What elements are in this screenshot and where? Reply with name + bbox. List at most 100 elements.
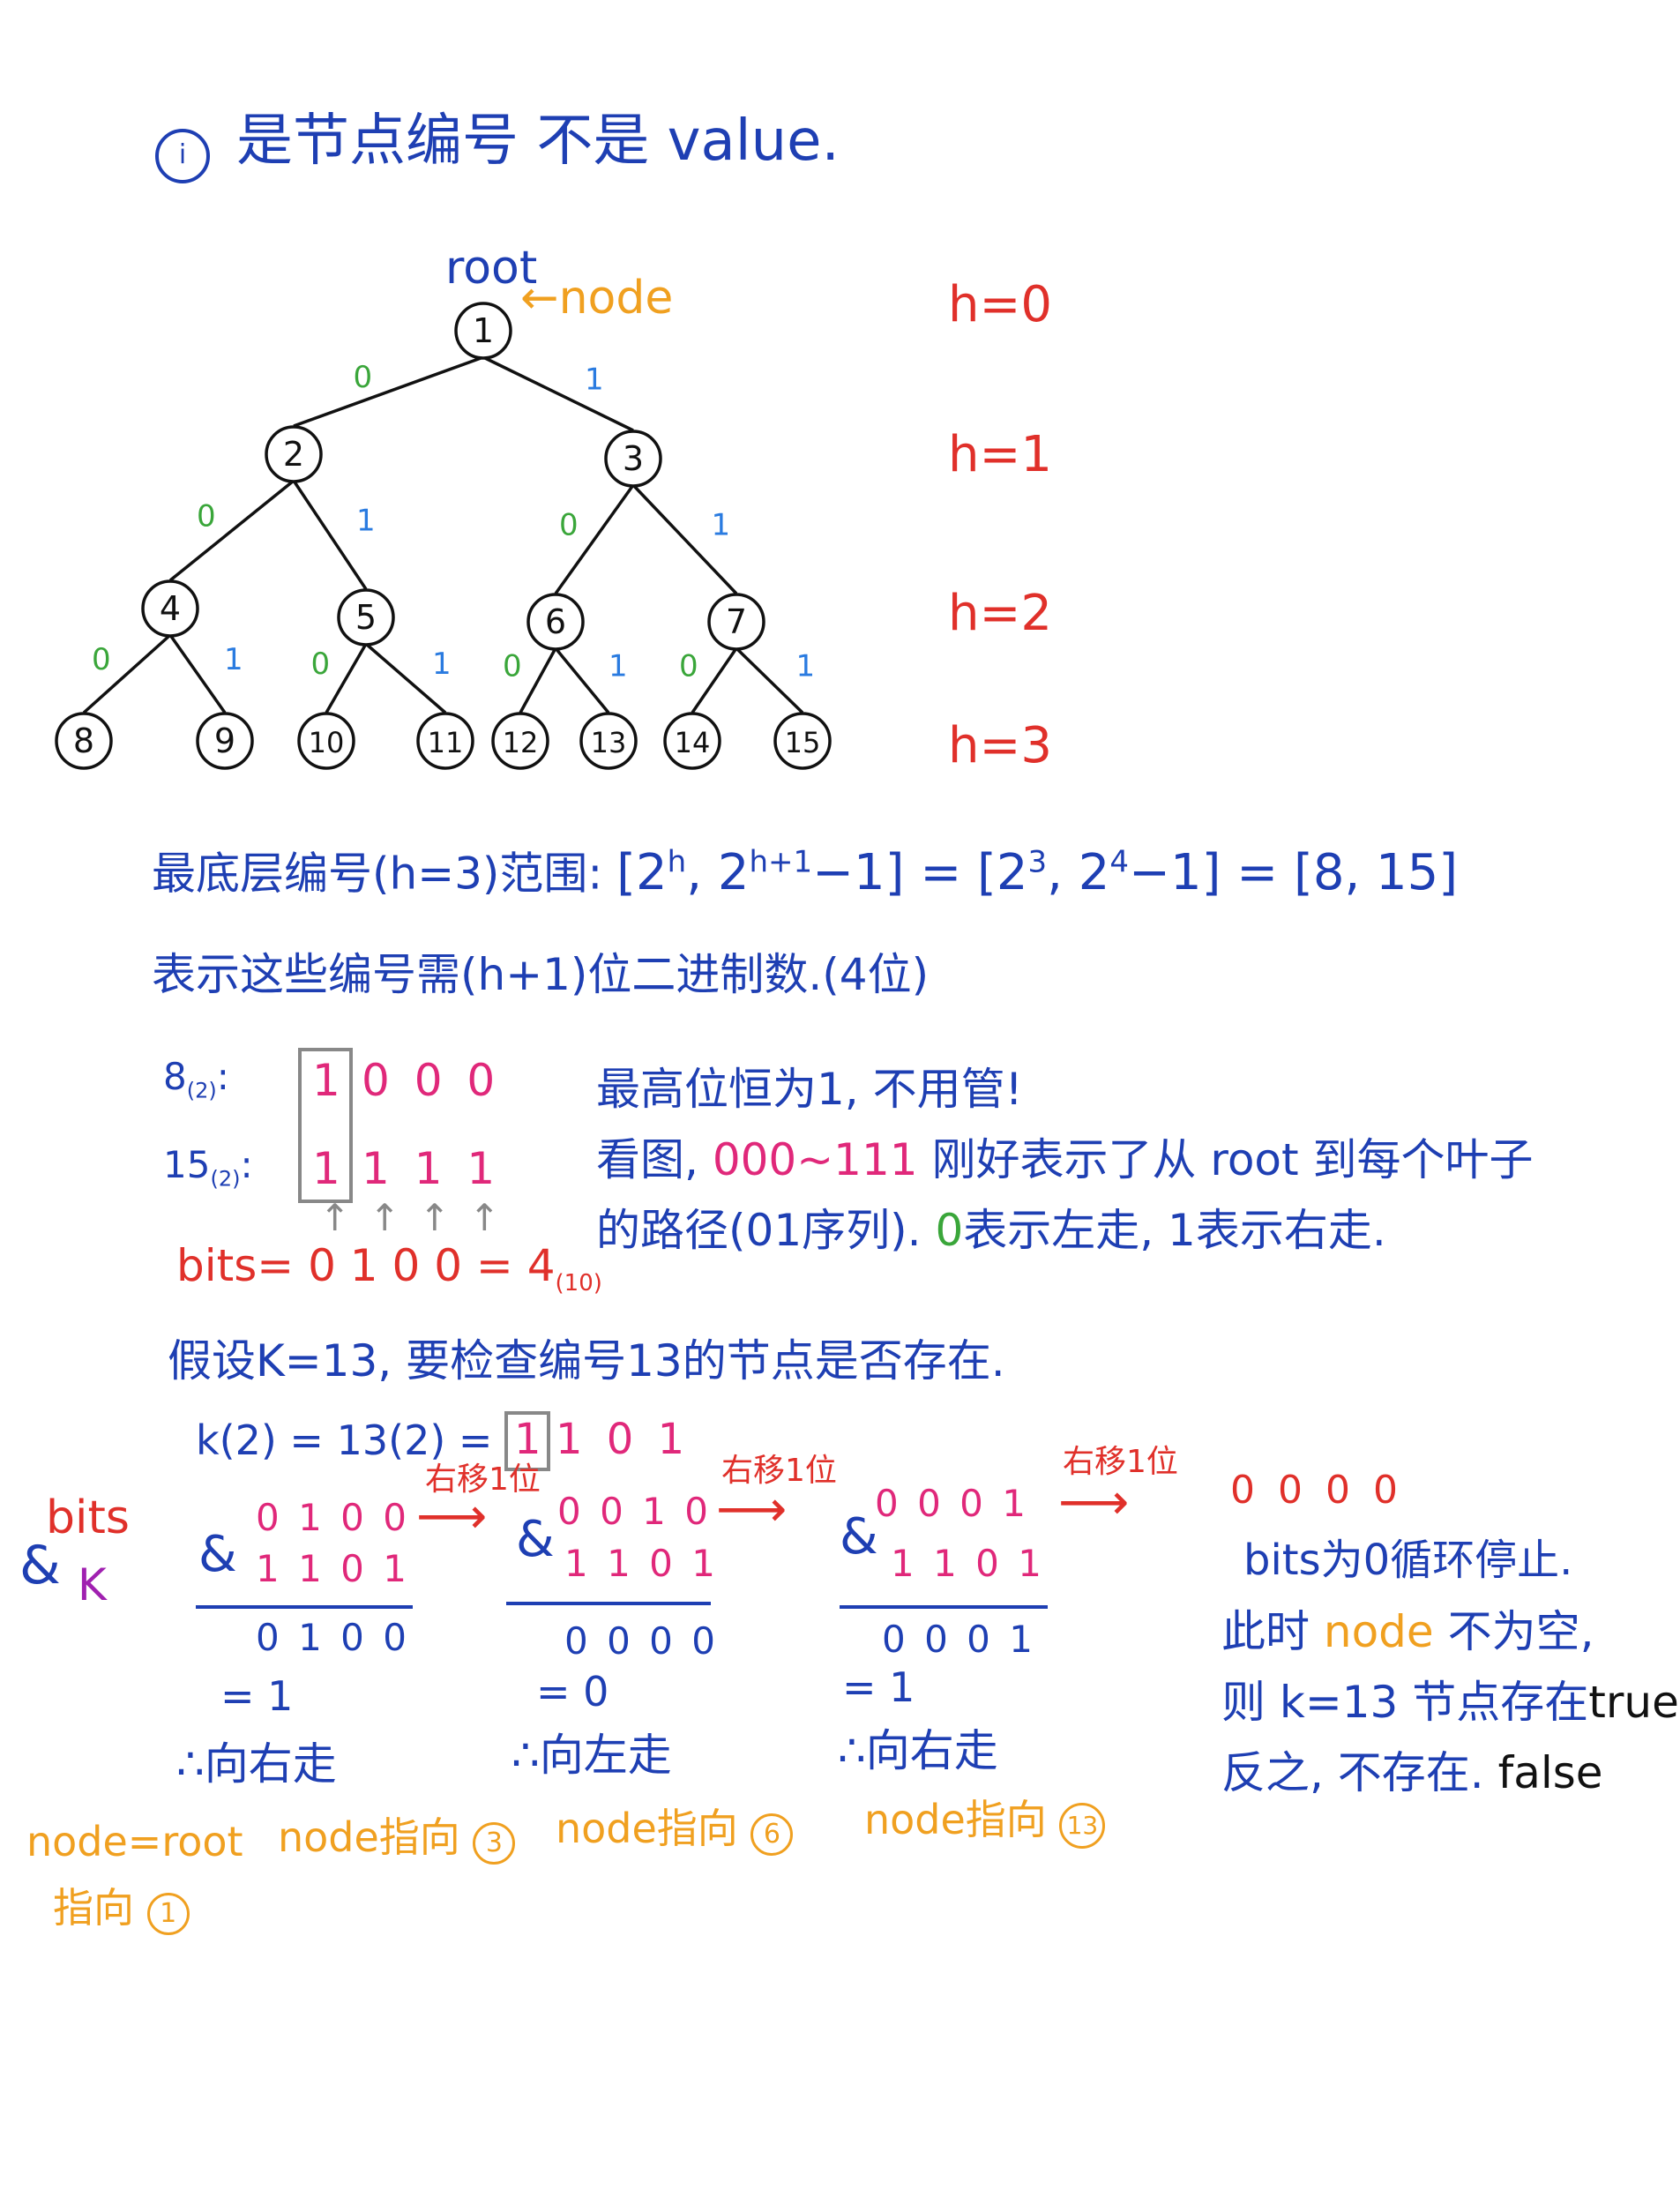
step-2-dir: ∴向左走 [511, 1730, 672, 1781]
step-3-bottom: 1 1 0 1 [891, 1542, 1045, 1585]
step-1-dir: ∴向右走 [176, 1738, 337, 1790]
side-k: K [78, 1559, 107, 1611]
shift-arrow-2-glyph: ⟶ [716, 1481, 788, 1538]
step-2-top: 0 0 1 0 [557, 1490, 712, 1533]
tree-node-label: 15 [785, 726, 821, 759]
k-binary-label: k(2) = 13(2) = [196, 1416, 493, 1464]
level-label-h0: h=0 [948, 276, 1053, 333]
init-pointer: 指向 1 [53, 1887, 190, 1935]
conclusion-line3: 则 k=13 节点存在true [1221, 1677, 1679, 1728]
binary-row1-msb: 1 [312, 1055, 340, 1106]
step-1-node: node指向 3 [278, 1817, 516, 1865]
edge-label-left: 0 [559, 508, 579, 543]
tree-edge [168, 479, 295, 582]
tree-edge [691, 647, 738, 714]
binary-row2-msb: 1 [312, 1143, 340, 1194]
tree-node-label: 2 [283, 435, 304, 474]
conclusion-line2: 此时 node 不为空, [1221, 1606, 1594, 1657]
edge-label-right: 1 [585, 363, 604, 398]
node-pointer-arrow: ← [520, 272, 559, 325]
tree-edge [293, 355, 484, 428]
edge-label-right: 1 [224, 642, 243, 677]
side-amp: & [19, 1535, 61, 1596]
tree-node-label: 5 [355, 598, 377, 637]
step-3-eq: = 1 [842, 1663, 915, 1711]
tree-node-label: 4 [160, 589, 181, 628]
tree-node-label: 12 [503, 726, 539, 759]
step-3-dir: ∴向右走 [838, 1725, 998, 1776]
tree-node-label: 13 [591, 726, 627, 759]
step-1-bottom: 1 1 0 1 [256, 1547, 410, 1590]
binary-row1-rest: 0 0 0 [362, 1055, 501, 1106]
binary-row2-rest: 1 1 1 [362, 1143, 501, 1194]
tree-node-label: 10 [309, 726, 345, 759]
k-binary-msb: 1 [514, 1415, 541, 1464]
bits-needed-line: 表示这些编号需(h+1)位二进制数.(4位) [152, 949, 930, 1000]
step-2-line [506, 1602, 711, 1605]
level-label-h3: h=3 [948, 717, 1053, 774]
final-bits: 0 0 0 0 [1230, 1468, 1403, 1513]
step-3-amp: & [840, 1508, 878, 1566]
step-3-node: node指向 13 [864, 1799, 1106, 1849]
step-3-result: 0 0 0 1 [882, 1618, 1036, 1661]
tree-node-label: 7 [726, 602, 747, 641]
range-line: 最底层编号(h=3)范围: [2h, 2h+1−1] = [23, 24−1] … [152, 847, 1458, 898]
step-2-node: node指向 6 [556, 1808, 794, 1856]
tree-edge [168, 633, 227, 714]
step-1-eq: = 1 [220, 1672, 294, 1720]
step-1-result: 0 1 0 0 [256, 1616, 410, 1659]
edge-label-left: 0 [92, 642, 111, 677]
tree-edge-labels: 0 1 0 1 0 1 0 1 0 1 0 1 0 1 [92, 360, 815, 684]
tree-node-label: 8 [73, 721, 94, 760]
step-2-node-circle: 6 [750, 1813, 794, 1856]
k-binary-rest: 1 0 1 [556, 1415, 691, 1464]
range-text: 最底层编号(h=3)范围: [152, 848, 603, 900]
init-node-root: node=root [26, 1818, 243, 1865]
step-2-amp: & [516, 1511, 555, 1568]
note-line1: 最高位恒为1, 不用管! [596, 1064, 1023, 1115]
note-line3: 的路径(01序列). 0表示左走, 1表示右走. [596, 1205, 1386, 1256]
level-label-h1: h=1 [948, 426, 1053, 483]
step-1-node-circle: 3 [473, 1822, 516, 1865]
shift-arrow-1-glyph: ⟶ [416, 1488, 488, 1545]
tree-edge [482, 355, 634, 432]
step-1-top: 0 1 0 0 [256, 1496, 410, 1539]
step-3-top: 0 0 0 1 [875, 1482, 1029, 1525]
node-pointer-label: ←node [520, 272, 674, 325]
edge-label-right: 1 [796, 649, 816, 684]
binary-row1-label: 8(2): [163, 1055, 229, 1103]
level-label-h2: h=2 [948, 585, 1053, 642]
tree-node-label: 6 [545, 602, 566, 641]
tree-edge [554, 647, 610, 714]
edge-label-right: 1 [356, 504, 376, 539]
tree-node-label: 3 [623, 439, 644, 478]
init-node-circle: 1 [146, 1893, 190, 1935]
step-2-result: 0 0 0 0 [564, 1619, 719, 1663]
edge-label-right: 1 [712, 508, 731, 543]
edge-label-left: 0 [679, 649, 698, 684]
tree-edge [519, 647, 557, 714]
edge-label-left: 0 [311, 647, 331, 682]
binary-row2-label: 15(2): [163, 1143, 253, 1192]
tree-node-label: 1 [473, 311, 494, 350]
step-2-bottom: 1 1 0 1 [564, 1542, 719, 1585]
step-1-amp: & [198, 1526, 237, 1583]
edge-label-left: 0 [354, 360, 373, 395]
step-3-node-circle: 13 [1059, 1803, 1106, 1849]
bits-assignment: bits= 0 1 0 0 = 4(10) [176, 1240, 602, 1297]
shift-arrow-3-glyph: ⟶ [1058, 1474, 1130, 1531]
assume-line: 假设K=13, 要检查编号13的节点是否存在. [168, 1335, 1005, 1387]
tree-edge [325, 643, 368, 714]
side-bits: bits [46, 1491, 130, 1544]
binary-tree-diagram: 0 10 1 0 10 1 0 1 0 1 0 1 12 34 5 6 78 9 10 11 12 13 14 15 [55, 302, 832, 770]
tree-node-label: 9 [214, 721, 235, 760]
tree-node-label: 11 [428, 726, 464, 759]
step-2-eq: = 0 [536, 1668, 609, 1715]
tree-edge [735, 647, 804, 714]
note-line2: 看图, 000~111 刚好表示了从 root 到每个叶子 [596, 1134, 1534, 1185]
conclusion-line1: bits为0循环停止. [1243, 1536, 1573, 1585]
conclusion-line4: 反之, 不存在. false [1221, 1747, 1603, 1798]
edge-label-left: 0 [503, 649, 522, 684]
tree-edge [292, 480, 368, 590]
edge-label-right: 1 [609, 649, 628, 684]
